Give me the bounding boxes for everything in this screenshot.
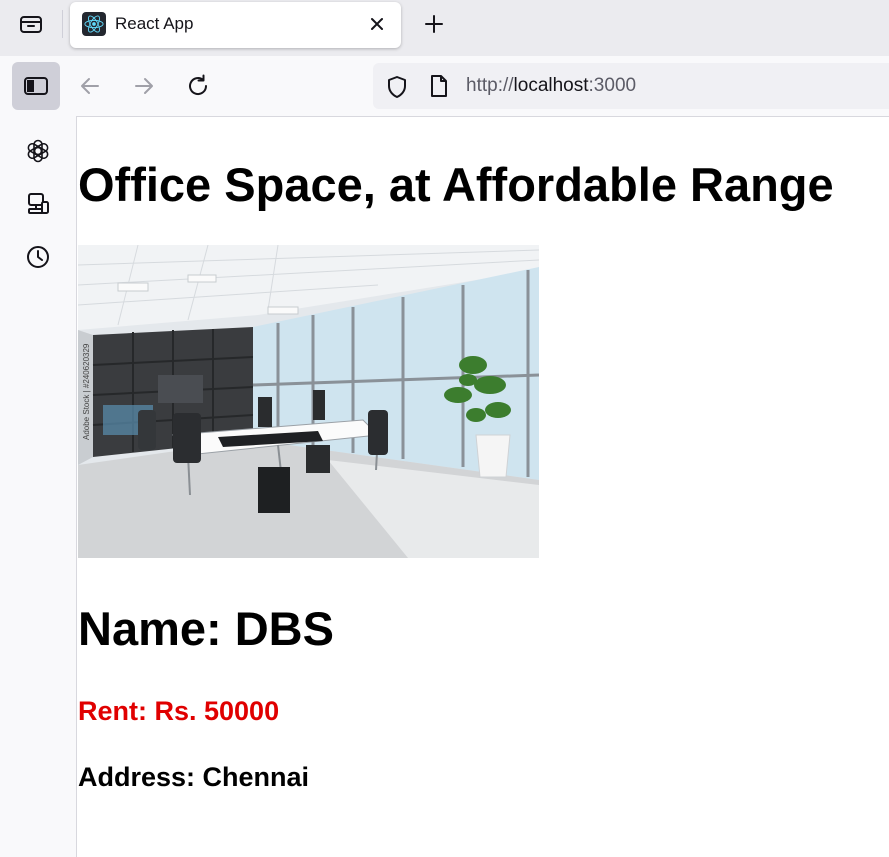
close-icon xyxy=(371,18,383,30)
office-name: Name: DBS xyxy=(78,602,334,655)
history-icon xyxy=(27,246,49,268)
sidebar-icon xyxy=(24,77,48,95)
forward-arrow-icon xyxy=(135,78,153,94)
close-tab-button[interactable] xyxy=(367,14,387,34)
tab-list-button[interactable] xyxy=(12,6,50,42)
url-port: :3000 xyxy=(588,75,637,96)
office-rent: Rent: Rs. 50000 xyxy=(78,696,280,726)
office-address: Address: Chennai xyxy=(78,762,310,792)
plus-icon xyxy=(425,15,443,33)
reload-button[interactable] xyxy=(183,71,213,101)
history-sidebar-button[interactable] xyxy=(25,244,51,270)
page-title: Office Space, at Affordable Range xyxy=(78,158,834,211)
back-button[interactable] xyxy=(75,71,105,101)
sidebar-toggle-button[interactable] xyxy=(12,62,60,110)
new-tab-button[interactable] xyxy=(420,10,448,38)
tab-bar: React App xyxy=(0,0,889,56)
tab-separator xyxy=(62,10,63,38)
tab-list-icon xyxy=(20,16,42,33)
page-content: Office Space, at Affordable Range Adobe … xyxy=(76,116,889,857)
synced-devices-icon xyxy=(28,193,49,214)
tab-title: React App xyxy=(115,14,194,33)
url-bar[interactable]: http://localhost:3000 xyxy=(373,63,889,109)
tab-react-app[interactable]: React App xyxy=(70,2,401,48)
back-arrow-icon xyxy=(81,78,99,94)
url-scheme: http:// xyxy=(466,75,514,96)
image-watermark: Adobe Stock | #240620329 xyxy=(82,343,91,440)
shield-icon[interactable] xyxy=(385,75,409,99)
page-icon[interactable] xyxy=(428,74,450,98)
synced-tabs-sidebar-button[interactable] xyxy=(25,191,51,217)
browser-sidebar xyxy=(0,116,76,857)
chatgpt-sidebar-button[interactable] xyxy=(25,138,51,164)
url-host: localhost xyxy=(513,75,589,96)
url-text[interactable]: http://localhost:3000 xyxy=(466,75,636,97)
reload-icon xyxy=(189,74,208,95)
chatgpt-icon xyxy=(27,139,49,163)
navigation-toolbar: http://localhost:3000 xyxy=(0,56,889,116)
office-image: Adobe Stock | #240620329 xyxy=(78,245,539,558)
react-logo-icon xyxy=(82,12,106,36)
forward-button[interactable] xyxy=(129,71,159,101)
